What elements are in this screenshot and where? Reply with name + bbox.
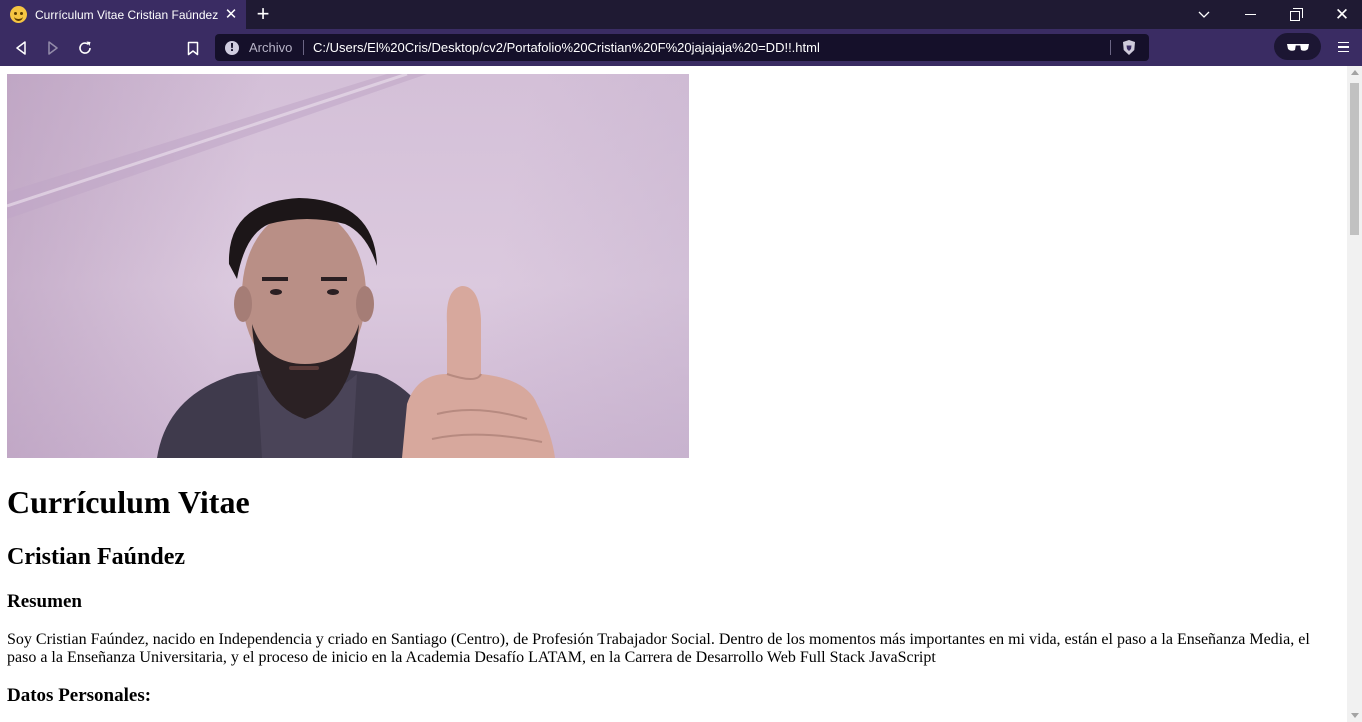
scroll-down-arrow-icon[interactable] (1351, 713, 1359, 718)
person-thumbs-up-illustration (7, 74, 555, 458)
tab-close-icon[interactable]: ✕ (222, 6, 240, 24)
bookmark-icon (187, 41, 199, 55)
minimize-icon (1244, 14, 1256, 15)
chevron-down-icon (1198, 11, 1210, 18)
restore-icon (1290, 7, 1303, 21)
browser-menu-button[interactable] (1333, 36, 1353, 58)
hamburger-line-icon (1337, 41, 1349, 44)
hamburger-line-icon (1337, 46, 1349, 48)
security-label: Archivo (249, 40, 293, 55)
url-text[interactable]: C:/Users/El%20Cris/Desktop/cv2/Portafoli… (313, 40, 820, 55)
reload-icon (79, 41, 91, 54)
bookmark-button[interactable] (181, 36, 205, 60)
address-bar[interactable]: ! Archivo C:/Users/El%20Cris/Desktop/cv2… (215, 34, 1149, 61)
summary-paragraph: Soy Cristian Faúndez, nacido en Independ… (7, 631, 1310, 666)
new-tab-button[interactable]: + (252, 3, 274, 25)
info-icon[interactable]: ! (225, 41, 239, 55)
tab-strip: Currículum Vitae Cristian Faúndez ✕ + ✕ (0, 0, 1362, 29)
personal-data-heading: Datos Personales: (7, 685, 152, 706)
close-window-button[interactable]: ✕ (1319, 0, 1362, 29)
page-title: Currículum Vitae (7, 484, 250, 520)
restore-button[interactable] (1273, 0, 1319, 29)
scroll-up-arrow-icon[interactable] (1351, 70, 1359, 75)
back-button[interactable] (9, 36, 33, 60)
forward-arrow-icon (48, 41, 58, 55)
person-name: Cristian Faúndez (7, 544, 186, 570)
tab-search-button[interactable] (1181, 0, 1227, 29)
active-tab[interactable]: Currículum Vitae Cristian Faúndez ✕ (0, 0, 246, 29)
address-divider (303, 40, 304, 55)
lion-shield-icon (1123, 40, 1135, 55)
profile-photo (7, 74, 689, 458)
browser-toolbar: ! Archivo C:/Users/El%20Cris/Desktop/cv2… (0, 29, 1362, 66)
minimize-button[interactable] (1227, 0, 1273, 29)
address-divider-right (1110, 40, 1111, 55)
sunglasses-icon (1286, 43, 1309, 51)
reload-button[interactable] (73, 36, 97, 60)
cv-page: Currículum Vitae Cristian Faúndez Resume… (7, 74, 1337, 707)
smiling-face-with-halo-icon (10, 6, 27, 23)
page-viewport: Currículum Vitae Cristian Faúndez Resume… (0, 66, 1347, 722)
extension-button[interactable] (1274, 33, 1321, 60)
back-arrow-icon (16, 41, 26, 55)
brave-shields-button[interactable] (1121, 39, 1137, 56)
scrollbar-thumb[interactable] (1350, 83, 1359, 235)
vertical-scrollbar[interactable] (1347, 66, 1362, 722)
forward-button[interactable] (41, 36, 65, 60)
summary-heading: Resumen (7, 591, 82, 612)
hamburger-line-icon (1337, 50, 1349, 53)
tab-title: Currículum Vitae Cristian Faúndez (35, 7, 219, 22)
